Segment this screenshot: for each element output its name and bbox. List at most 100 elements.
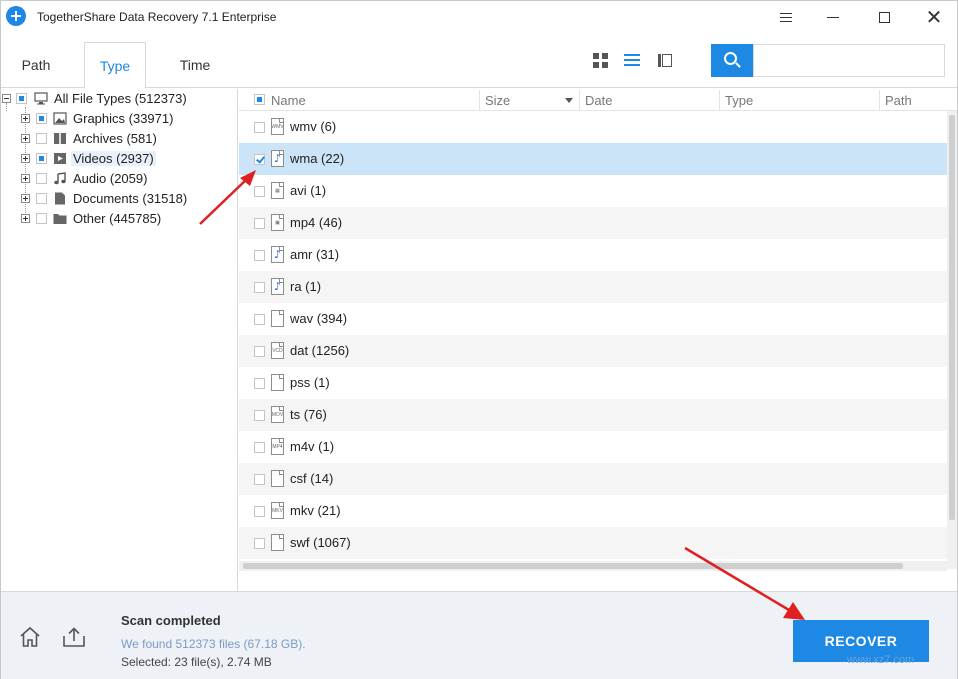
expand-icon[interactable] xyxy=(21,114,30,123)
file-name: ts (76) xyxy=(290,407,327,422)
expand-icon[interactable] xyxy=(21,134,30,143)
video-file-icon: ▣ xyxy=(271,214,284,231)
grid-view-icon[interactable] xyxy=(593,53,611,69)
file-checkbox[interactable] xyxy=(254,282,265,293)
tree-item-archives[interactable]: Archives (581) xyxy=(1,129,237,149)
file-checkbox[interactable] xyxy=(254,122,265,133)
search-input[interactable] xyxy=(753,44,945,77)
tree-item-videos[interactable]: Videos (2937) xyxy=(1,149,237,169)
tab-type[interactable]: Type xyxy=(84,42,146,89)
tree-checkbox[interactable] xyxy=(36,213,47,224)
toolbar: Path Type Time xyxy=(1,33,957,89)
sort-desc-icon[interactable] xyxy=(565,98,573,103)
column-date[interactable]: Date xyxy=(585,93,612,108)
file-checkbox[interactable] xyxy=(254,218,265,229)
file-checkbox[interactable] xyxy=(254,314,265,325)
column-type[interactable]: Type xyxy=(725,93,753,108)
app-logo-icon xyxy=(6,6,26,26)
file-checkbox[interactable] xyxy=(254,442,265,453)
minimize-icon[interactable] xyxy=(808,1,858,33)
file-row[interactable]: VCD dat (1256) xyxy=(239,335,947,367)
close-icon[interactable]: ✕ xyxy=(909,1,958,33)
file-name: wma (22) xyxy=(290,151,345,166)
tree-item-all-file-types[interactable]: All File Types (512373) xyxy=(1,89,237,109)
scan-result-summary: We found 512373 files (67.18 GB). xyxy=(121,637,306,651)
file-name: amr (31) xyxy=(290,247,340,262)
tree-checkbox[interactable] xyxy=(36,133,47,144)
image-icon xyxy=(53,112,67,125)
file-row[interactable]: pss (1) xyxy=(239,367,947,399)
file-list: Name Size Date Type Path WMV wmv (6) ♪ wma … xyxy=(239,89,957,569)
vertical-scrollbar[interactable] xyxy=(947,111,957,569)
file-row[interactable]: swf (1067) xyxy=(239,527,947,559)
file-name: wmv (6) xyxy=(290,119,337,134)
blank-file-icon xyxy=(271,310,284,327)
file-name: mp4 (46) xyxy=(290,215,343,230)
list-header: Name Size Date Type Path xyxy=(239,89,957,111)
file-name: csf (14) xyxy=(290,471,334,486)
tree-item-label: Archives (581) xyxy=(73,131,157,146)
tree-item-audio[interactable]: Audio (2059) xyxy=(1,169,237,189)
expand-icon[interactable] xyxy=(21,174,30,183)
column-path[interactable]: Path xyxy=(885,93,912,108)
video-file-icon: MOV xyxy=(271,406,284,423)
expand-icon[interactable] xyxy=(21,194,30,203)
home-icon[interactable] xyxy=(18,625,42,649)
tree-item-label: Other (445785) xyxy=(73,211,162,226)
computer-icon xyxy=(34,92,48,105)
file-checkbox[interactable] xyxy=(254,378,265,389)
file-row[interactable]: wav (394) xyxy=(239,303,947,335)
tree-checkbox[interactable] xyxy=(36,193,47,204)
file-checkbox[interactable] xyxy=(254,154,265,165)
file-row[interactable]: MP4 m4v (1) xyxy=(239,431,947,463)
search-button[interactable] xyxy=(711,44,753,77)
export-icon[interactable] xyxy=(61,625,87,649)
file-checkbox[interactable] xyxy=(254,250,265,261)
file-row[interactable]: ▦ avi (1) xyxy=(239,175,947,207)
file-row[interactable]: ♪ wma (22) xyxy=(239,143,947,175)
tree-checkbox[interactable] xyxy=(16,93,27,104)
tree-checkbox[interactable] xyxy=(36,153,47,164)
blank-file-icon xyxy=(271,374,284,391)
maximize-icon[interactable] xyxy=(859,1,909,33)
tree-checkbox[interactable] xyxy=(36,113,47,124)
tree-item-documents[interactable]: Documents (31518) xyxy=(1,189,237,209)
video-file-icon: VCD xyxy=(271,342,284,359)
list-view-icon[interactable] xyxy=(624,53,642,69)
expand-icon[interactable] xyxy=(21,214,30,223)
column-size[interactable]: Size xyxy=(485,93,510,108)
collapse-icon[interactable] xyxy=(2,94,11,103)
hamburger-menu-icon[interactable] xyxy=(761,1,811,33)
expand-icon[interactable] xyxy=(21,154,30,163)
blank-file-icon xyxy=(271,534,284,551)
tree-checkbox[interactable] xyxy=(36,173,47,184)
file-checkbox[interactable] xyxy=(254,474,265,485)
tab-time[interactable]: Time xyxy=(164,42,226,88)
file-row[interactable]: MOV ts (76) xyxy=(239,399,947,431)
tab-path[interactable]: Path xyxy=(5,42,67,88)
file-checkbox[interactable] xyxy=(254,538,265,549)
scan-status-title: Scan completed xyxy=(121,613,221,628)
file-row[interactable]: WMV wmv (6) xyxy=(239,111,947,143)
file-row[interactable]: ▣ mp4 (46) xyxy=(239,207,947,239)
file-checkbox[interactable] xyxy=(254,346,265,357)
file-checkbox[interactable] xyxy=(254,186,265,197)
audio-file-icon: ♪ xyxy=(271,150,284,167)
file-name: pss (1) xyxy=(290,375,330,390)
preview-view-icon[interactable] xyxy=(657,53,675,69)
horizontal-scrollbar[interactable] xyxy=(239,561,947,571)
file-row[interactable]: ♪ ra (1) xyxy=(239,271,947,303)
column-name[interactable]: Name xyxy=(271,93,306,108)
audio-file-icon: ♪ xyxy=(271,246,284,263)
watermark-text: www.xz7.com xyxy=(847,654,915,666)
tree-item-graphics[interactable]: Graphics (33971) xyxy=(1,109,237,129)
file-name: swf (1067) xyxy=(290,535,351,550)
tree-item-label: All File Types (512373) xyxy=(54,91,187,106)
file-row[interactable]: csf (14) xyxy=(239,463,947,495)
file-row[interactable]: MKV mkv (21) xyxy=(239,495,947,527)
file-checkbox[interactable] xyxy=(254,410,265,421)
file-checkbox[interactable] xyxy=(254,506,265,517)
file-row[interactable]: ♪ amr (31) xyxy=(239,239,947,271)
select-all-checkbox[interactable] xyxy=(254,94,265,105)
tree-item-other[interactable]: Other (445785) xyxy=(1,209,237,229)
